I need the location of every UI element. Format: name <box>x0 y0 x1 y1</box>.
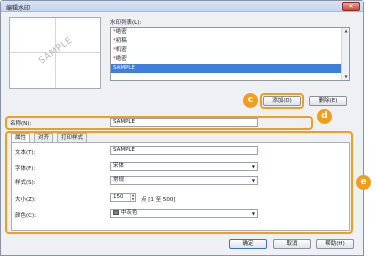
font-select[interactable]: 宋体 ▼ <box>110 162 258 171</box>
color-swatch <box>113 210 119 215</box>
size-range-text: 点 [1 至 500] <box>141 197 176 203</box>
name-label: 名称(N): <box>10 121 32 127</box>
delete-button[interactable]: 删除(E) <box>309 96 347 106</box>
size-value: 150 <box>113 194 124 200</box>
list-item-text: 绝密 <box>115 56 127 62</box>
callout-e-badge: e <box>356 175 371 190</box>
color-select-value: 中灰色 <box>121 210 138 216</box>
tab-alignment[interactable]: 对齐 <box>34 133 54 142</box>
list-item-text: 绝密 <box>115 29 127 35</box>
list-item[interactable]: *绝密 <box>111 28 349 37</box>
style-label: 样式(S): <box>15 180 36 186</box>
scroll-down-icon[interactable]: ▼ <box>343 74 349 80</box>
cancel-button[interactable]: 取消 <box>273 239 311 249</box>
style-select[interactable]: 常规 ▼ <box>110 176 258 185</box>
color-label: 颜色(C): <box>15 213 36 219</box>
watermark-list[interactable]: *绝密 *初稿 *机密 *绝密 SAMPLE ▲ ▼ <box>110 27 350 81</box>
font-select-value: 宋体 <box>113 163 125 169</box>
add-button[interactable]: 添加(D) <box>263 96 301 106</box>
list-scrollbar[interactable]: ▲ ▼ <box>341 28 349 80</box>
scroll-up-icon[interactable]: ▲ <box>343 28 349 34</box>
chevron-down-icon: ▼ <box>251 178 255 183</box>
close-button[interactable]: ✕ <box>342 2 360 11</box>
font-label: 字体(F): <box>15 166 36 172</box>
stepper-arrows-icon[interactable]: ▲ ▼ <box>130 193 135 201</box>
watermark-preview: SAMPLE <box>9 17 101 89</box>
chevron-down-icon: ▼ <box>251 211 255 216</box>
list-item[interactable]: *绝密 <box>111 55 349 64</box>
preview-watermark-text: SAMPLE <box>37 35 75 67</box>
callout-d-badge: d <box>317 109 332 124</box>
chevron-down-icon: ▼ <box>251 164 255 169</box>
style-select-value: 常规 <box>113 177 125 183</box>
list-item[interactable]: *机密 <box>111 46 349 55</box>
ok-button[interactable]: 确定 <box>229 239 267 249</box>
list-item[interactable]: *初稿 <box>111 37 349 46</box>
text-label: 文本(T): <box>15 150 36 156</box>
list-item-text: SAMPLE <box>113 65 135 71</box>
name-input[interactable]: SAMPLE <box>110 118 258 127</box>
color-select[interactable]: 中灰色 ▼ <box>110 209 258 218</box>
help-button[interactable]: 帮助(H) <box>316 239 354 249</box>
list-item-selected[interactable]: SAMPLE <box>111 64 341 73</box>
list-item-text: 初稿 <box>115 38 127 44</box>
watermark-list-label: 水印列表(L): <box>110 20 142 26</box>
tab-print-style[interactable]: 打印样式 <box>57 133 88 142</box>
edit-watermark-dialog: 编辑水印 ✕ SAMPLE 水印列表(L): *绝密 *初稿 *机密 *绝密 S… <box>0 0 371 256</box>
title-bar: 编辑水印 ✕ <box>1 1 363 12</box>
window-title: 编辑水印 <box>6 5 31 12</box>
size-label: 大小(Z): <box>15 197 36 203</box>
text-input[interactable]: SAMPLE <box>110 146 258 155</box>
list-item-text: 机密 <box>115 47 127 53</box>
callout-c-badge: c <box>243 93 258 108</box>
size-stepper[interactable]: 150 ▲ ▼ <box>110 193 136 202</box>
